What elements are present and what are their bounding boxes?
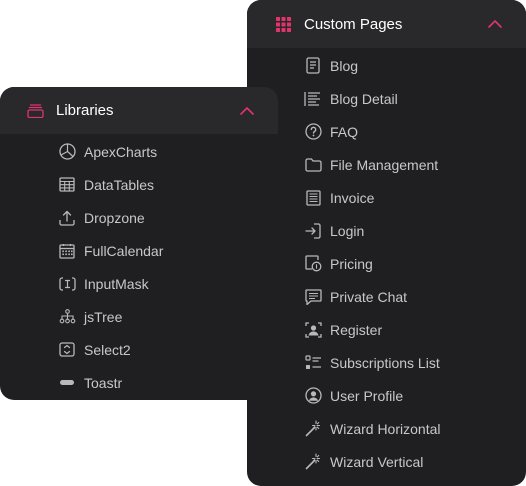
menu-item-jstree[interactable]: jsTree [0,300,278,333]
menu-item-toastr[interactable]: Toastr [0,366,278,399]
menu-item-select2[interactable]: Select2 [0,333,278,366]
menu-item-subscriptions-list[interactable]: Subscriptions List [247,346,526,379]
menu-item-apexcharts[interactable]: ApexCharts [0,135,278,168]
menu-item-dropzone[interactable]: Dropzone [0,201,278,234]
box-icon [26,102,44,120]
select-icon [58,341,76,359]
menu-item-faq[interactable]: FAQ [247,115,526,148]
magic-wand-icon [304,453,322,471]
menu-item-label: Private Chat [330,288,408,305]
login-icon [304,222,322,240]
menu-item-wizard-vertical[interactable]: Wizard Vertical [247,445,526,478]
menu-item-label: User Profile [330,387,404,404]
menu-item-wizard-horizontal[interactable]: Wizard Horizontal [247,412,526,445]
text-lines-icon [304,90,322,108]
pricing-icon [304,255,322,273]
menu-item-register[interactable]: Register [247,313,526,346]
custom-pages-title: Custom Pages [304,15,403,33]
menu-item-user-profile[interactable]: User Profile [247,379,526,412]
calendar-icon [58,242,76,260]
menu-item-label: Wizard Vertical [330,453,424,470]
menu-item-label: Pricing [330,255,373,272]
menu-item-label: Toastr [84,374,123,391]
menu-item-label: FAQ [330,123,359,140]
register-icon [304,321,322,339]
menu-item-label: Wizard Horizontal [330,420,441,437]
pie-chart-icon [58,143,76,161]
menu-item-label: DataTables [84,176,155,193]
menu-item-label: Login [330,222,365,239]
custom-pages-header[interactable]: Custom Pages [247,0,526,48]
menu-item-label: Blog Detail [330,90,398,107]
menu-item-file-management[interactable]: File Management [247,148,526,181]
document-icon [304,57,322,75]
menu-item-blog-detail[interactable]: Blog Detail [247,82,526,115]
chevron-up-icon[interactable] [240,106,254,115]
menu-item-label: FullCalendar [84,242,164,259]
libraries-panel: Libraries ApexCharts DataTables Dropzone [0,87,278,400]
libraries-title: Libraries [56,102,114,119]
menu-item-inputmask[interactable]: InputMask [0,267,278,300]
menu-item-blog[interactable]: Blog [247,49,526,82]
checklist-icon [304,354,322,372]
user-circle-icon [304,387,322,405]
upload-icon [58,209,76,227]
menu-item-label: Dropzone [84,209,145,226]
libraries-header[interactable]: Libraries [0,87,278,134]
menu-item-label: Register [330,321,383,338]
menu-item-label: Subscriptions List [330,354,440,371]
toast-icon [58,374,76,392]
menu-item-label: Blog [330,57,359,74]
chat-icon [304,288,322,306]
menu-item-private-chat[interactable]: Private Chat [247,280,526,313]
menu-item-label: ApexCharts [84,143,158,160]
menu-item-label: Select2 [84,341,131,358]
menu-item-pricing[interactable]: Pricing [247,247,526,280]
menu-item-fullcalendar[interactable]: FullCalendar [0,234,278,267]
question-circle-icon [304,123,322,141]
menu-item-datatables[interactable]: DataTables [0,168,278,201]
menu-item-label: File Management [330,156,439,173]
invoice-icon [304,189,322,207]
folder-icon [304,156,322,174]
menu-item-label: jsTree [84,308,123,325]
menu-item-login[interactable]: Login [247,214,526,247]
input-mask-icon [58,275,76,293]
menu-item-label: Invoice [330,189,375,206]
chevron-up-icon[interactable] [488,20,502,28]
tree-icon [58,308,76,326]
table-icon [58,176,76,194]
menu-item-invoice[interactable]: Invoice [247,181,526,214]
magic-wand-icon [304,420,322,438]
menu-item-label: InputMask [84,275,149,292]
custom-pages-panel: Custom Pages Blog Blog Detail FAQ File M… [247,0,526,486]
grid-icon [274,15,292,33]
